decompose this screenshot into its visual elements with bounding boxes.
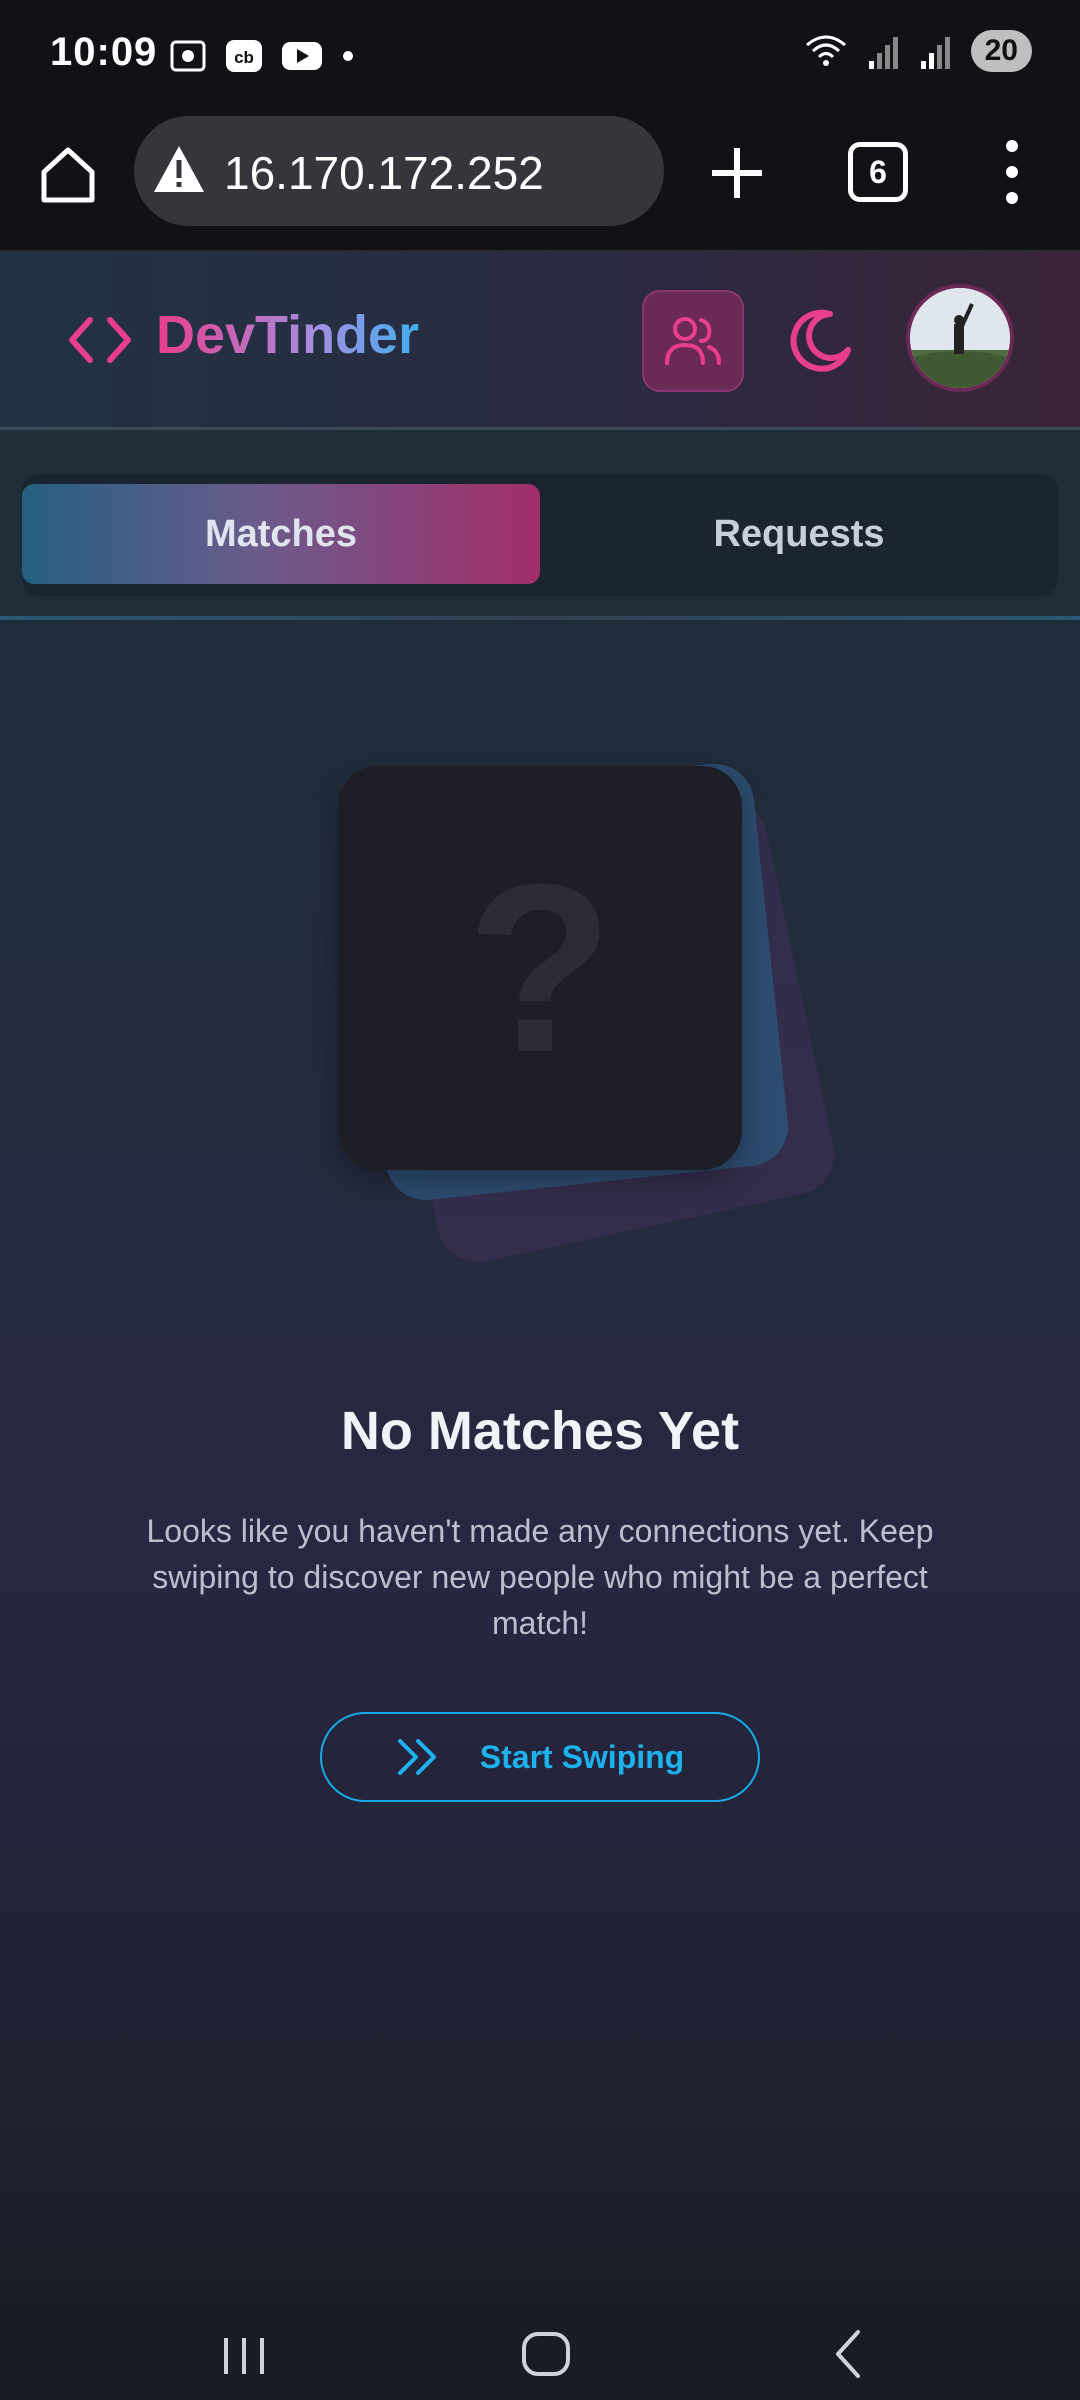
tab-requests[interactable]: Requests (540, 484, 1058, 584)
signal-icon (868, 37, 898, 69)
warning-icon[interactable] (152, 144, 206, 194)
status-system-icons: 20 (803, 30, 1032, 72)
app-header: DevTinder (0, 252, 1080, 430)
empty-state-title: No Matches Yet (340, 1401, 740, 1461)
empty-state-illustration: ? (0, 730, 1080, 1290)
wifi-icon (805, 35, 846, 66)
more-menu-icon[interactable] (990, 136, 1034, 208)
start-swiping-button[interactable]: Start Swiping (320, 1712, 760, 1802)
new-tab-icon[interactable] (706, 142, 768, 204)
signal-icon (920, 37, 950, 69)
connections-button[interactable] (642, 290, 744, 392)
main-content: Matches Requests ? No Matches Yet Looks … (0, 430, 1080, 2304)
address-bar[interactable]: 16.170.172.252 (134, 116, 664, 226)
moon-icon[interactable] (786, 306, 856, 376)
cb-icon: cb (226, 40, 262, 72)
avatar-photo-icon (910, 288, 1010, 388)
start-swiping-label: Start Swiping (479, 1738, 685, 1775)
tab-bar: Matches Requests (22, 474, 1058, 596)
status-notification-icons: cb (168, 36, 356, 76)
system-nav-bar (0, 2304, 1080, 2400)
home-nav-icon[interactable] (516, 2324, 576, 2384)
tab-matches[interactable]: Matches (22, 484, 540, 584)
svg-text:cb: cb (234, 48, 254, 67)
home-icon[interactable] (36, 142, 100, 206)
users-icon (665, 317, 721, 365)
tab-switcher-button[interactable]: 6 (848, 142, 908, 202)
divider (0, 616, 1080, 620)
code-brackets-icon (69, 317, 131, 363)
battery-indicator: 20 (970, 30, 1032, 72)
back-icon[interactable] (820, 2324, 880, 2384)
youtube-icon (282, 42, 322, 70)
empty-state-description: Looks like you haven't made any connecti… (146, 1513, 934, 1641)
browser-toolbar: 16.170.172.252 6 (0, 112, 1080, 252)
dot-icon (343, 51, 353, 61)
app-logo-text[interactable]: DevTinder (156, 304, 419, 366)
screenshot-icon (170, 40, 206, 72)
double-chevron-right-icon (397, 1739, 436, 1775)
user-avatar[interactable] (906, 284, 1014, 392)
status-bar: 10:09 cb 20 (0, 0, 1080, 112)
card-front: ? (338, 766, 742, 1170)
question-mark-icon: ? (466, 834, 614, 1102)
status-time: 10:09 (50, 30, 158, 74)
recent-apps-icon[interactable] (214, 2324, 274, 2384)
url-text[interactable]: 16.170.172.252 (224, 146, 544, 200)
